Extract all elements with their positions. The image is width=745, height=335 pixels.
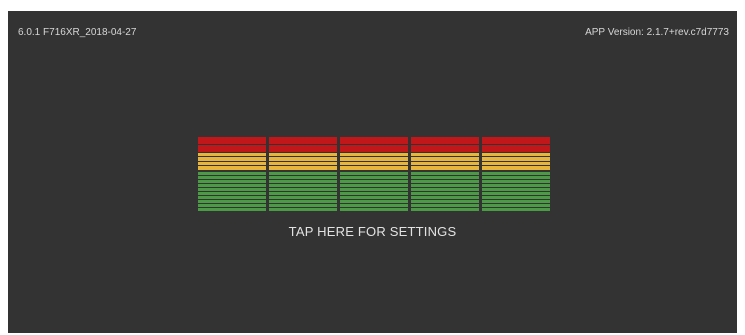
meter-segment-green	[482, 208, 550, 211]
meter-segment-yellow	[198, 162, 266, 165]
meter-segment-green	[198, 180, 266, 183]
meter-segment-yellow	[482, 162, 550, 165]
meter-segment-yellow	[198, 157, 266, 161]
meter-segment-yellow	[198, 153, 266, 156]
meter-segment-green	[269, 172, 337, 175]
meter-segment-green	[340, 180, 408, 183]
meter-segment-yellow	[340, 157, 408, 161]
meter-segment-green	[411, 200, 479, 203]
meter-segment-green	[269, 196, 337, 199]
meter-segment-green	[482, 172, 550, 175]
meter-segment-green	[269, 188, 337, 191]
meter-segment-green	[482, 188, 550, 191]
meter-segment-yellow	[269, 166, 337, 170]
meter-segment-green	[198, 196, 266, 199]
meter-segment-yellow	[482, 166, 550, 170]
meter-segment-green	[340, 196, 408, 199]
meter-segment-green	[340, 200, 408, 203]
meter-segment-yellow	[340, 162, 408, 165]
meter-segment-green	[269, 180, 337, 183]
meter-segment-green	[482, 192, 550, 195]
app-screen: 6.0.1 F716XR_2018-04-27 APP Version: 2.1…	[8, 11, 737, 333]
meter-segment-yellow	[340, 153, 408, 156]
meter-segment-green	[269, 208, 337, 211]
meter-column	[482, 137, 550, 214]
meter-segment-green	[198, 172, 266, 175]
meter-segment-green	[269, 184, 337, 187]
meter-segment-green	[340, 188, 408, 191]
meter-segment-red	[198, 137, 266, 144]
meter-segment-yellow	[411, 153, 479, 156]
meter-segment-green	[482, 196, 550, 199]
meter-segment-green	[482, 180, 550, 183]
meter-segment-red	[411, 145, 479, 152]
meter-column	[198, 137, 266, 214]
meter-segment-green	[482, 204, 550, 207]
meter-segment-red	[482, 145, 550, 152]
meter-segment-green	[411, 172, 479, 175]
meter-segment-yellow	[340, 166, 408, 170]
meter-segment-green	[269, 204, 337, 207]
meter-segment-green	[198, 184, 266, 187]
meter-segment-red	[269, 137, 337, 144]
meter-segment-green	[198, 208, 266, 211]
meter-segment-green	[411, 176, 479, 179]
meter-segment-yellow	[269, 153, 337, 156]
meter-segment-green	[411, 192, 479, 195]
meter-segment-green	[411, 184, 479, 187]
meter-segment-yellow	[411, 166, 479, 170]
meter-segment-green	[340, 204, 408, 207]
meter-segment-green	[340, 172, 408, 175]
meter-segment-yellow	[411, 157, 479, 161]
meter-segment-green	[482, 176, 550, 179]
level-meter[interactable]	[198, 137, 550, 214]
meter-segment-red	[411, 137, 479, 144]
meter-segment-red	[340, 145, 408, 152]
meter-segment-green	[198, 200, 266, 203]
meter-segment-yellow	[411, 162, 479, 165]
meter-segment-green	[411, 188, 479, 191]
meter-segment-yellow	[198, 166, 266, 170]
meter-segment-green	[198, 176, 266, 179]
meter-segment-green	[198, 192, 266, 195]
meter-segment-green	[198, 204, 266, 207]
meter-segment-red	[198, 145, 266, 152]
meter-segment-yellow	[482, 153, 550, 156]
meter-segment-green	[269, 200, 337, 203]
meter-column	[411, 137, 479, 214]
settings-button[interactable]: TAP HERE FOR SETTINGS	[8, 224, 737, 239]
meter-column	[340, 137, 408, 214]
meter-segment-green	[198, 188, 266, 191]
meter-segment-green	[411, 196, 479, 199]
meter-segment-green	[340, 176, 408, 179]
meter-segment-red	[482, 137, 550, 144]
meter-column	[269, 137, 337, 214]
meter-segment-green	[340, 184, 408, 187]
meter-segment-green	[340, 208, 408, 211]
meter-segment-red	[269, 145, 337, 152]
meter-segment-green	[411, 180, 479, 183]
meter-segment-green	[340, 192, 408, 195]
build-info-label: 6.0.1 F716XR_2018-04-27	[18, 27, 137, 38]
meter-segment-yellow	[482, 157, 550, 161]
app-version-label: APP Version: 2.1.7+rev.c7d7773	[585, 27, 729, 38]
meter-segment-green	[482, 200, 550, 203]
meter-segment-yellow	[269, 162, 337, 165]
meter-segment-green	[411, 204, 479, 207]
meter-segment-green	[482, 184, 550, 187]
meter-segment-red	[340, 137, 408, 144]
meter-segment-green	[411, 208, 479, 211]
meter-segment-yellow	[269, 157, 337, 161]
meter-segment-green	[269, 176, 337, 179]
meter-segment-green	[269, 192, 337, 195]
